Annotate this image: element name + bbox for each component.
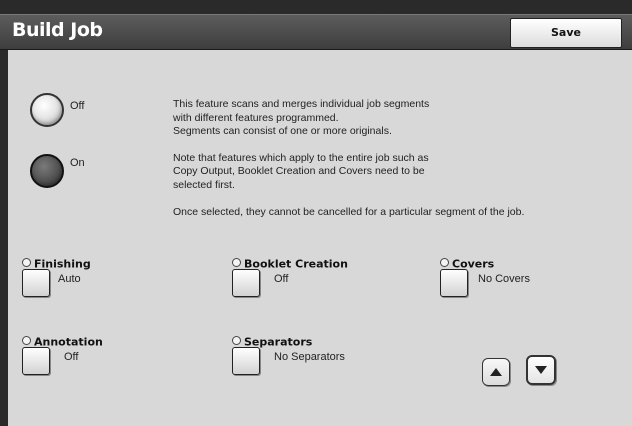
description-line: Copy Output, Booklet Creation and Covers… (173, 165, 425, 178)
finishing-button[interactable] (22, 269, 50, 297)
annotation-indicator-icon (22, 336, 31, 346)
description-line: Once selected, they cannot be cancelled … (173, 205, 525, 218)
off-label: Off (70, 100, 85, 112)
page-title: Build Job (12, 19, 103, 41)
description-line: Segments can consist of one or more orig… (173, 125, 392, 138)
description-line: Note that features which apply to the en… (173, 151, 429, 164)
covers-button[interactable] (440, 269, 468, 297)
scroll-down-button[interactable] (526, 355, 556, 385)
finishing-indicator-icon (22, 258, 31, 268)
on-radio-button[interactable] (30, 154, 64, 188)
build-job-screen: Build Job Save Off On This feature scans… (0, 0, 632, 426)
save-button[interactable]: Save (510, 18, 622, 48)
booklet-creation-button[interactable] (232, 269, 260, 297)
covers-feature: Covers No Covers (440, 255, 620, 305)
on-label: On (70, 157, 85, 169)
covers-value: No Covers (478, 273, 530, 285)
scroll-up-button[interactable] (482, 358, 510, 386)
annotation-value: Off (64, 351, 79, 363)
title-bar: Build Job Save (0, 14, 632, 50)
triangle-down-icon (535, 366, 547, 374)
finishing-value: Auto (58, 273, 81, 285)
annotation-button[interactable] (22, 347, 50, 375)
separators-indicator-icon (232, 336, 241, 346)
off-radio-button[interactable] (30, 93, 64, 127)
booklet-creation-value: Off (274, 273, 289, 285)
separators-feature: Separators No Separators (232, 333, 422, 383)
finishing-feature: Finishing Auto (22, 255, 202, 305)
description-line: selected first. (173, 178, 235, 191)
booklet-creation-title: Booklet Creation (244, 257, 348, 271)
description-line: with different features programmed. (173, 111, 339, 124)
description-text: This feature scans and merges individual… (173, 98, 524, 219)
separators-button[interactable] (232, 347, 260, 375)
covers-indicator-icon (440, 258, 449, 268)
annotation-feature: Annotation Off (22, 333, 202, 383)
booklet-creation-feature: Booklet Creation Off (232, 255, 422, 305)
main-panel: Off On This feature scans and merges ind… (8, 50, 632, 426)
triangle-up-icon (490, 368, 502, 376)
booklet-indicator-icon (232, 258, 241, 268)
description-line: This feature scans and merges individual… (173, 98, 430, 110)
separators-value: No Separators (274, 351, 345, 363)
